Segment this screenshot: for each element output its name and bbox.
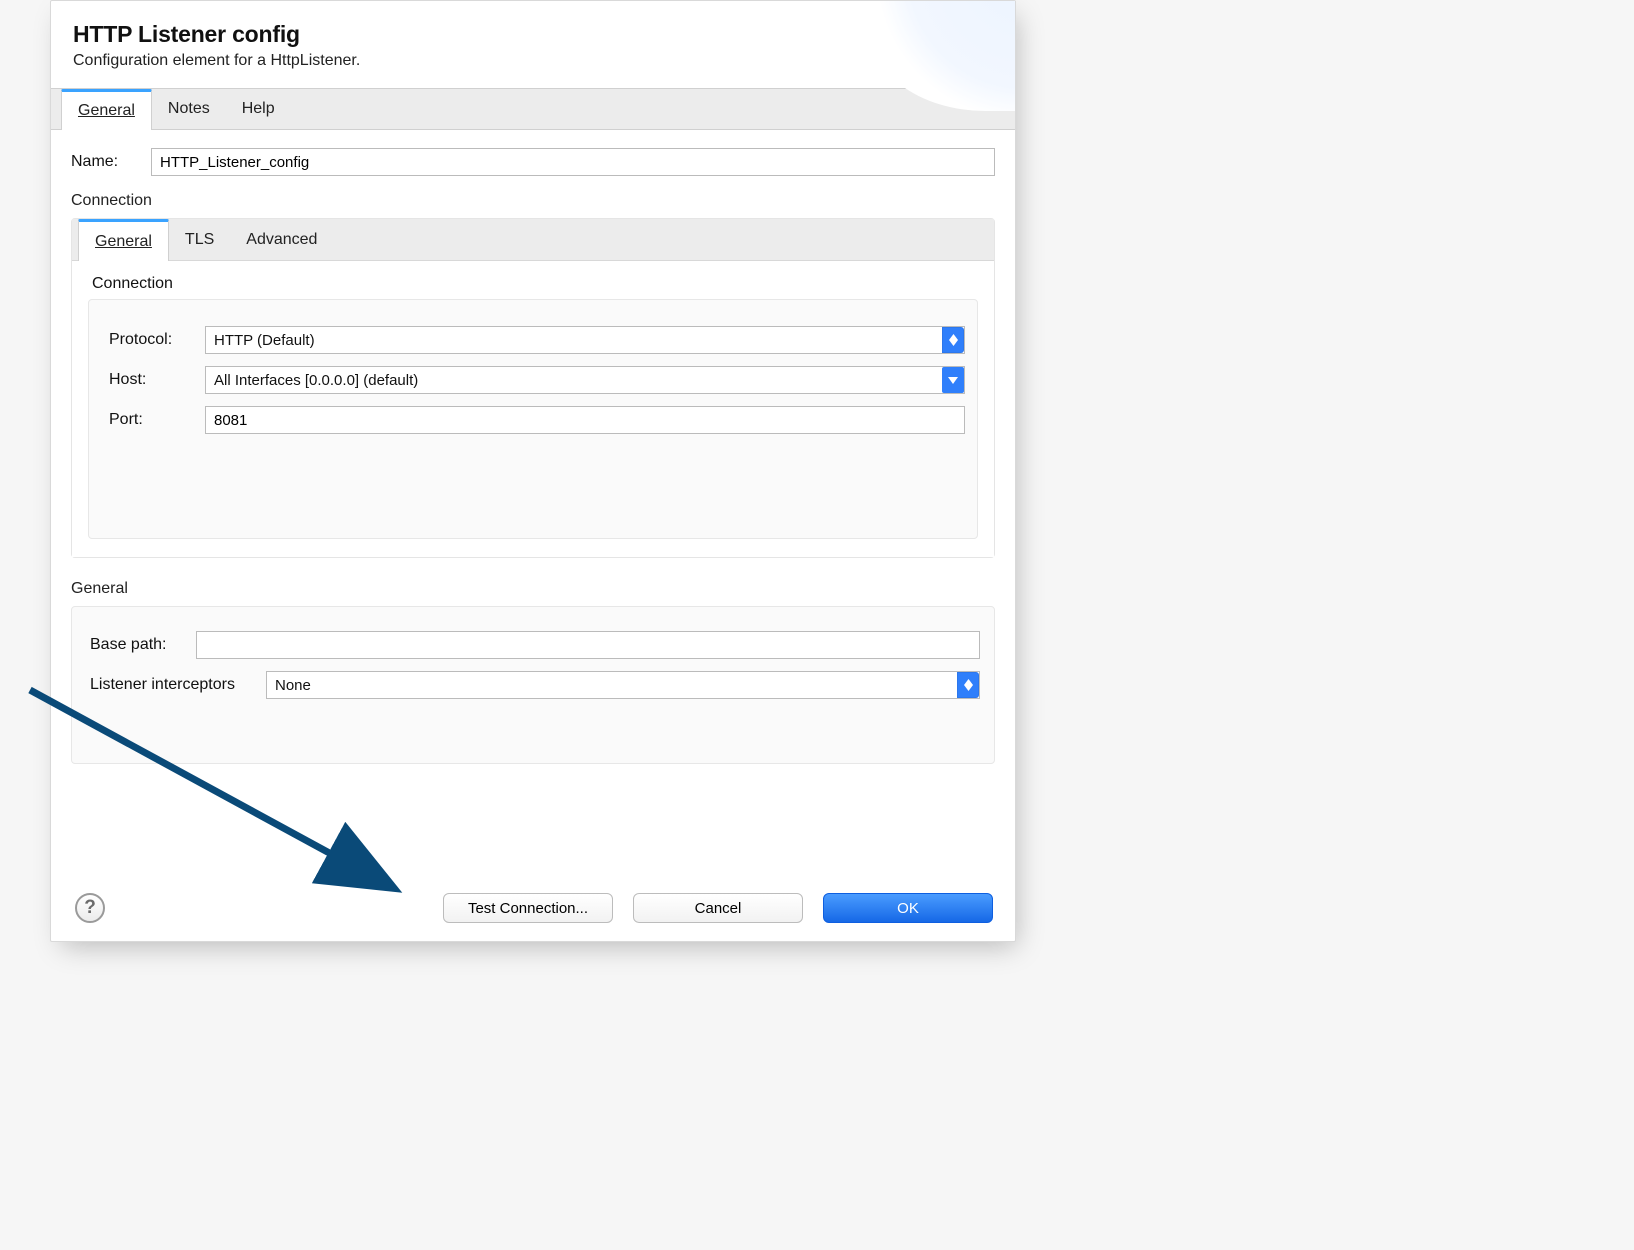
connection-panel: General TLS Advanced Connection Protocol…: [71, 218, 995, 558]
tab-notes-label: Notes: [168, 100, 210, 118]
tab-help-label: Help: [242, 100, 275, 118]
conn-tab-advanced-label: Advanced: [246, 231, 317, 249]
protocol-label: Protocol:: [105, 331, 205, 349]
cancel-label: Cancel: [695, 900, 742, 917]
connection-group-title: Connection: [92, 275, 978, 293]
name-label: Name:: [71, 153, 151, 171]
conn-tab-tls[interactable]: TLS: [169, 219, 230, 260]
connection-group: Protocol: HTTP (Default) Host:: [88, 299, 978, 539]
conn-tab-tls-label: TLS: [185, 231, 214, 249]
dialog-footer: ? Test Connection... Cancel OK: [51, 879, 1015, 941]
conn-tab-general-label: General: [95, 233, 152, 251]
conn-tab-general[interactable]: General: [78, 219, 169, 261]
test-connection-button[interactable]: Test Connection...: [443, 893, 613, 923]
protocol-select[interactable]: HTTP (Default): [205, 326, 965, 354]
host-value: All Interfaces [0.0.0.0] (default): [214, 372, 418, 389]
name-row: Name:: [71, 148, 995, 176]
ok-label: OK: [897, 900, 919, 917]
port-label: Port:: [105, 411, 205, 429]
http-listener-config-dialog: HTTP Listener config Configuration eleme…: [50, 0, 1016, 942]
base-path-input[interactable]: [196, 631, 980, 659]
tab-general[interactable]: General: [61, 89, 152, 130]
name-input[interactable]: [151, 148, 995, 176]
dialog-title: HTTP Listener config: [73, 21, 993, 48]
dialog-header: HTTP Listener config Configuration eleme…: [51, 1, 1015, 80]
port-row: Port:: [105, 406, 965, 434]
updown-stepper-icon: [942, 327, 964, 353]
host-label: Host:: [105, 371, 205, 389]
help-button[interactable]: ?: [75, 893, 105, 923]
listener-interceptors-row: Listener interceptors None: [86, 671, 980, 699]
listener-interceptors-label: Listener interceptors: [86, 676, 266, 694]
connection-section-label: Connection: [71, 192, 995, 210]
test-connection-label: Test Connection...: [468, 900, 588, 917]
connection-tabstrip: General TLS Advanced: [72, 219, 994, 261]
base-path-row: Base path:: [86, 631, 980, 659]
port-input[interactable]: [205, 406, 965, 434]
general-section-label: General: [71, 580, 995, 598]
chevron-down-icon: [942, 367, 964, 393]
protocol-value: HTTP (Default): [214, 332, 315, 349]
general-group: Base path: Listener interceptors None: [71, 606, 995, 764]
help-icon: ?: [84, 897, 96, 919]
dialog-subtitle: Configuration element for a HttpListener…: [73, 52, 993, 70]
listener-interceptors-value: None: [275, 677, 311, 694]
cancel-button[interactable]: Cancel: [633, 893, 803, 923]
main-tabstrip: General Notes Help: [51, 88, 1015, 130]
tab-help[interactable]: Help: [226, 89, 291, 129]
base-path-label: Base path:: [86, 636, 196, 654]
host-select[interactable]: All Interfaces [0.0.0.0] (default): [205, 366, 965, 394]
protocol-row: Protocol: HTTP (Default): [105, 326, 965, 354]
updown-stepper-icon: [957, 672, 979, 698]
listener-interceptors-select[interactable]: None: [266, 671, 980, 699]
tab-general-label: General: [78, 102, 135, 120]
ok-button[interactable]: OK: [823, 893, 993, 923]
host-row: Host: All Interfaces [0.0.0.0] (default): [105, 366, 965, 394]
conn-tab-advanced[interactable]: Advanced: [230, 219, 333, 260]
tab-notes[interactable]: Notes: [152, 89, 226, 129]
